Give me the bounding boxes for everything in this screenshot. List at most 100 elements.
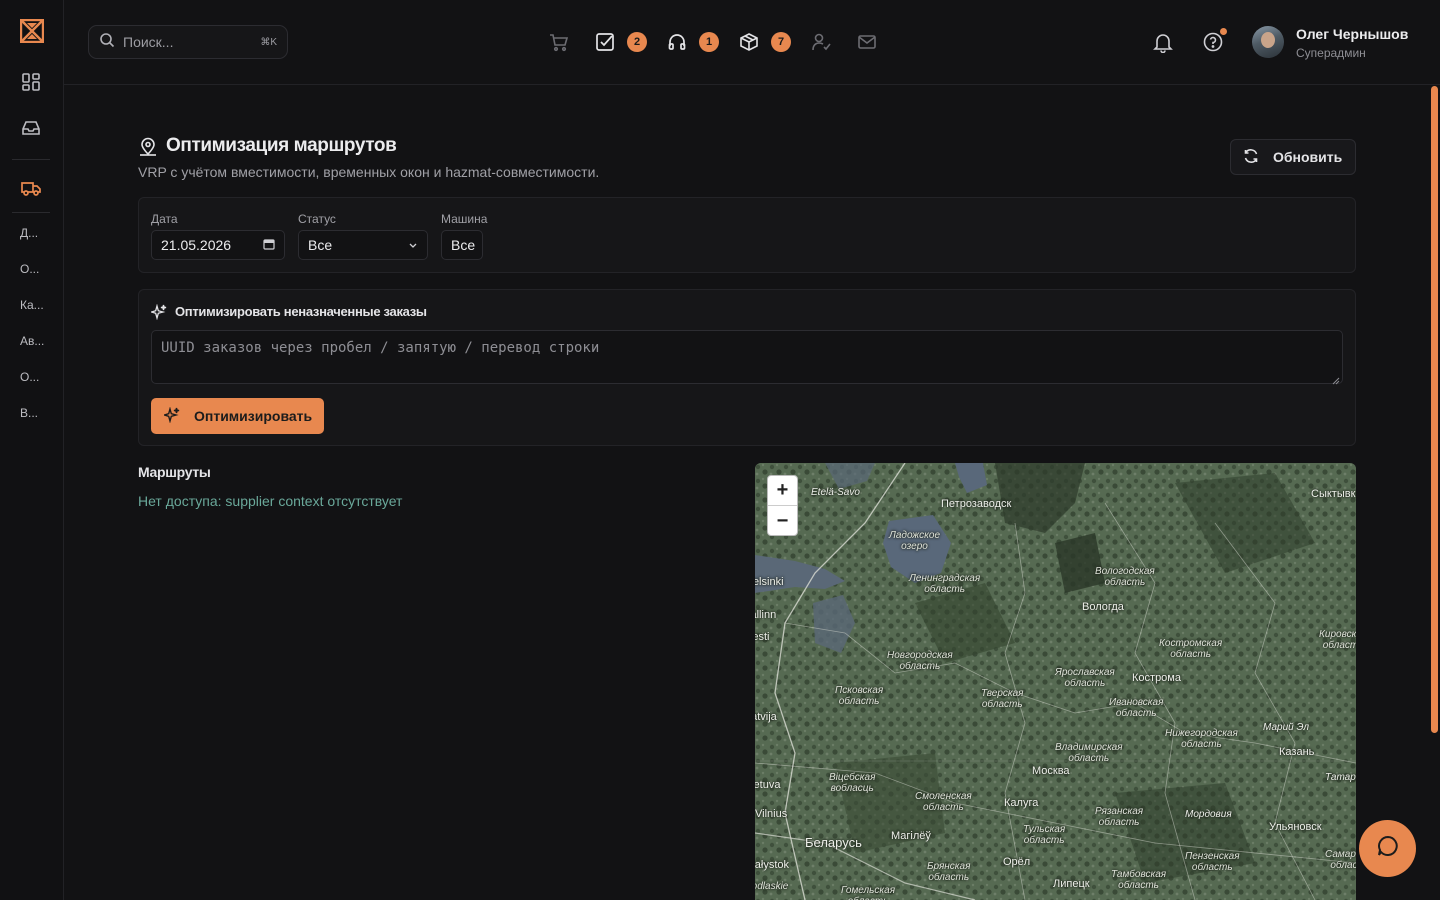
vehicle-select[interactable]: Все [441, 230, 483, 260]
calendar-icon[interactable] [263, 237, 275, 253]
sidebar-item-5[interactable]: О... [20, 370, 50, 384]
map-label: Ульяновск [1269, 821, 1322, 833]
map-label: Татарстан [1325, 772, 1356, 783]
map-label: Кировская область [1319, 629, 1356, 651]
sidebar-item-3[interactable]: Ка... [20, 298, 50, 312]
mail-icon[interactable] [856, 31, 878, 53]
order-uuids-textarea[interactable]: UUID заказов через пробел / запятую / пе… [151, 330, 1343, 385]
sidebar-divider [12, 212, 50, 213]
sidebar-item-4[interactable]: Ав... [20, 334, 50, 348]
page-scrollbar[interactable] [1431, 86, 1438, 733]
search-placeholder: Поиск... [123, 34, 174, 50]
dashboard-icon[interactable] [20, 71, 42, 93]
map-label: Вологда [1082, 601, 1124, 613]
page-title: Оптимизация маршрутов [166, 135, 397, 156]
map-pin-icon [138, 137, 158, 157]
user-role: Суперадмин [1296, 46, 1366, 60]
routes-error-message: Нет доступа: supplier context отсутствуе… [138, 493, 403, 509]
map-label: Марий Эл [1263, 722, 1310, 733]
map-label: Владимирская область [1055, 742, 1123, 764]
package-icon[interactable] [738, 31, 760, 53]
sparkles-icon [149, 303, 167, 325]
map-label: Tallinn [755, 609, 777, 621]
map-label: Helsinki [755, 576, 784, 588]
sidebar-item-1[interactable]: Д... [20, 226, 50, 240]
map-label: Ладожское озеро [889, 530, 941, 552]
map-label: Рязанская область [1095, 806, 1144, 828]
page-subtitle: VRP с учётом вместимости, временных окон… [138, 164, 600, 180]
zoom-in-button[interactable]: + [768, 476, 797, 506]
optimize-button-label: Оптимизировать [194, 408, 313, 424]
map-label: Магілёў [891, 830, 931, 842]
map-label: Etelä-Savo [811, 487, 860, 498]
routes-title: Маршруты [138, 464, 211, 480]
map-label: Орёл [1003, 856, 1031, 868]
map-label: Смоленская область [915, 791, 972, 813]
inbox-icon[interactable] [20, 117, 42, 139]
chat-button[interactable] [1359, 820, 1416, 877]
status-label: Статус [298, 212, 336, 226]
sidebar-divider [12, 159, 50, 160]
routes-map[interactable]: + − Etelä-Savo Петрозаводск Сыктывкар Ла… [755, 463, 1356, 900]
map-label: Калуга [1004, 797, 1039, 809]
map-zoom-control: + − [767, 475, 798, 536]
map-label: Ивановская область [1109, 697, 1164, 719]
optimize-button[interactable]: Оптимизировать [151, 398, 324, 434]
refresh-button[interactable]: Обновить [1230, 139, 1356, 175]
textarea-placeholder: UUID заказов через пробел / запятую / пе… [161, 340, 600, 356]
map-label: Липецк [1053, 878, 1090, 890]
sidebar-item-6[interactable]: В... [20, 406, 50, 420]
map-label: Москва [1032, 765, 1070, 777]
map-label: Ленинградская область [909, 573, 981, 595]
optimize-title: Оптимизировать неназначенные заказы [175, 304, 427, 319]
search-input[interactable]: Поиск... ⌘K [88, 25, 288, 59]
map-label: Białystok [755, 859, 790, 871]
sparkles-icon [162, 405, 180, 426]
user-name[interactable]: Олег Чернышов [1296, 26, 1408, 42]
tasks-badge: 2 [627, 32, 647, 52]
map-label: Ярославская область [1055, 667, 1115, 689]
search-shortcut: ⌘K [260, 36, 277, 48]
date-field[interactable]: 21.05.2026 [151, 230, 285, 260]
refresh-icon [1243, 148, 1259, 167]
map-label: Latvija [755, 711, 777, 723]
sidebar-item-2[interactable]: О... [20, 262, 50, 276]
vehicle-label: Машина [441, 212, 488, 226]
map-label: Псковская область [835, 685, 884, 707]
map-label: Lietuva [755, 779, 781, 791]
support-badge: 1 [699, 32, 719, 52]
map-label: Новгородская область [887, 650, 953, 672]
map-label: Eesti [755, 631, 770, 643]
truck-icon[interactable] [20, 177, 42, 199]
refresh-label: Обновить [1273, 149, 1343, 165]
map-label: Тамбовская область [1111, 869, 1167, 891]
map-label: Пензенская область [1185, 851, 1240, 873]
vehicle-value: Все [451, 237, 476, 253]
logo-icon[interactable] [19, 18, 45, 44]
user-check-icon[interactable] [810, 31, 832, 53]
help-notification-dot [1220, 28, 1227, 35]
map-label: Петрозаводск [941, 498, 1012, 510]
map-label: Самарская область [1325, 849, 1356, 871]
zoom-out-button[interactable]: − [768, 506, 797, 535]
chat-icon [1376, 834, 1400, 863]
chevron-down-icon [408, 237, 418, 253]
cart-icon[interactable] [548, 31, 570, 53]
packages-badge: 7 [771, 32, 791, 52]
tasks-icon[interactable] [594, 31, 616, 53]
resize-handle-icon[interactable] [1332, 373, 1340, 385]
status-select[interactable]: Все [298, 230, 428, 260]
map-label: Vilnius [755, 808, 788, 820]
headphones-icon[interactable] [666, 31, 688, 53]
map-label: Брянская область [927, 861, 971, 883]
status-value: Все [308, 237, 333, 253]
search-icon [99, 32, 115, 53]
date-label: Дата [151, 212, 178, 226]
date-value: 21.05.2026 [161, 237, 232, 253]
top-header: Поиск... ⌘K 2 1 7 Олег Чернышов Суперадм… [64, 0, 1440, 85]
map-label: Гомельская область [841, 885, 896, 900]
avatar[interactable] [1252, 26, 1284, 58]
map-label: Кострома [1132, 672, 1181, 684]
bell-icon[interactable] [1152, 31, 1174, 53]
map-label: Вологодская область [1095, 566, 1155, 588]
